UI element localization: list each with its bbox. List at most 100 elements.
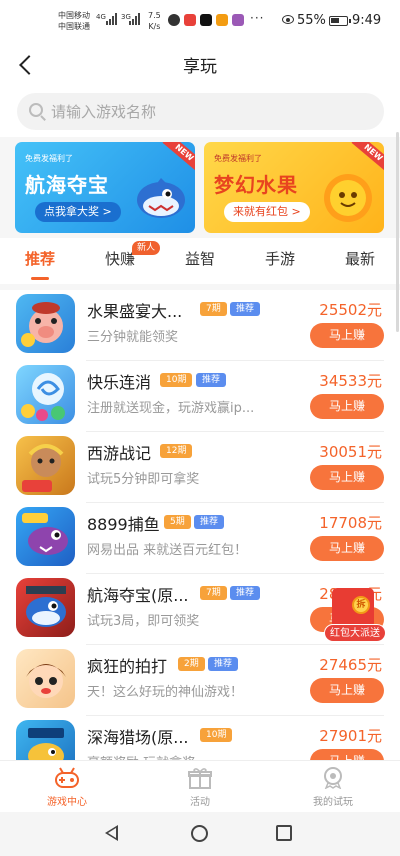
category-tabs: 推荐 快赚 益智 手游 最新 新人 (0, 238, 400, 284)
list-item[interactable]: 8899捕鱼 5期 推荐 网易出品 来就送百元红包！ 17708元 马上赚 (0, 503, 400, 574)
reward-amount: 27901元 (319, 727, 382, 745)
tiktok-icon (200, 14, 212, 26)
app-icon (216, 14, 228, 26)
period-tag: 10期 (200, 728, 233, 742)
banner-subtitle: 免费发福利了 (214, 154, 262, 163)
game-name: 深海猎场(原... (87, 728, 189, 747)
game-desc: 三分钟就能领奖 (87, 330, 179, 345)
banner-title: 梦幻水果 (214, 173, 298, 197)
nav-activity[interactable]: 活动 (145, 761, 255, 813)
banner-title: 航海夺宝 (25, 173, 109, 197)
earn-now-button[interactable]: 马上赚 (310, 749, 384, 760)
nav-label: 游戏中心 (47, 797, 87, 808)
shark-illustration (137, 178, 185, 218)
tab-recommend[interactable]: 推荐 (0, 238, 80, 284)
game-desc: 网易出品 来就送百元红包！ (87, 543, 248, 558)
network-type-1: 4G (96, 13, 106, 21)
game-name: 8899捕鱼 (87, 515, 160, 534)
game-name: 航海夺宝(原... (87, 586, 189, 605)
system-recent-apps-icon[interactable] (276, 825, 292, 841)
game-icon (16, 649, 75, 708)
game-list: 水果盛宴大... 7期 推荐 三分钟就能领奖 25502元 马上赚 快乐连消 1… (0, 290, 400, 760)
coin-icon: 拆 (352, 596, 370, 614)
period-tag: 2期 (178, 657, 205, 671)
game-desc: 注册就送现金，玩游戏赢ip... (87, 401, 255, 416)
reward-amount: 34533元 (319, 372, 382, 390)
gamepad-icon (55, 767, 79, 788)
tab-mobile-games[interactable]: 手游 (240, 238, 320, 284)
game-name: 西游战记 (87, 444, 152, 463)
list-item[interactable]: 西游战记 12期 试玩5分钟即可拿奖 30051元 马上赚 (0, 432, 400, 503)
eye-comfort-icon (282, 15, 294, 24)
list-item[interactable]: 水果盛宴大... 7期 推荐 三分钟就能领奖 25502元 马上赚 (0, 290, 400, 361)
game-icon (16, 507, 75, 566)
banner-button[interactable]: 来就有红包 > (224, 202, 310, 222)
sun-fruit-illustration (324, 174, 372, 222)
tab-puzzle[interactable]: 益智 (160, 238, 240, 284)
header: 享玩 (0, 44, 400, 86)
earn-now-button[interactable]: 马上赚 (310, 323, 384, 348)
search-icon (29, 103, 43, 117)
reward-amount: 25502元 (319, 301, 382, 319)
game-icon (16, 436, 75, 495)
banner-area: 免费发福利了 航海夺宝 点我拿大奖 > NEW 免费发福利了 梦幻水果 来就有红… (0, 137, 400, 238)
recommend-tag: 推荐 (230, 586, 261, 600)
recommend-tag: 推荐 (194, 515, 225, 529)
banner-menghuan[interactable]: 免费发福利了 梦幻水果 来就有红包 > NEW (204, 142, 384, 233)
status-bar: 中国移动 中国联通 4G 3G 7.5 K/s ··· 55% 9:49 (0, 0, 400, 44)
game-name: 快乐连消 (87, 373, 152, 392)
banner-button[interactable]: 点我拿大奖 > (35, 202, 121, 222)
game-name: 疯狂的拍打 (87, 657, 168, 676)
earn-now-button[interactable]: 马上赚 (310, 536, 384, 561)
recommend-tag: 推荐 (230, 302, 261, 316)
banner-subtitle: 免费发福利了 (25, 154, 73, 163)
nav-label: 活动 (190, 797, 210, 808)
app-icon (232, 14, 244, 26)
app-icon (184, 14, 196, 26)
reward-amount: 17708元 (319, 514, 382, 532)
list-item[interactable]: 深海猎场(原... 10期 豪额奖励 玩就拿奖 27901元 马上赚 (0, 716, 400, 760)
search-bar[interactable] (17, 93, 384, 130)
red-packet-float[interactable]: 拆 红包大派送 (322, 588, 388, 646)
system-back-icon[interactable] (105, 825, 118, 841)
period-tag: 7期 (200, 586, 227, 600)
recommend-tag: 推荐 (196, 373, 227, 387)
game-icon (16, 720, 75, 760)
earn-now-button[interactable]: 马上赚 (310, 394, 384, 419)
banner-hanghai[interactable]: 免费发福利了 航海夺宝 点我拿大奖 > NEW (15, 142, 195, 233)
game-desc: 豪额奖励 玩就拿奖 (87, 752, 277, 760)
tab-newest[interactable]: 最新 (320, 238, 400, 284)
new-badge: NEW (351, 142, 384, 173)
period-tag: 7期 (200, 302, 227, 316)
list-item[interactable]: 快乐连消 10期 推荐 注册就送现金，玩游戏赢ip... 34533元 马上赚 (0, 361, 400, 432)
scrollbar[interactable] (396, 132, 399, 332)
clock: 9:49 (352, 13, 382, 28)
earn-now-button[interactable]: 马上赚 (310, 465, 384, 490)
signal-icon (106, 13, 117, 25)
game-name: 水果盛宴大... (87, 302, 183, 321)
game-desc: 试玩5分钟即可拿奖 (87, 472, 200, 487)
carrier-2: 中国联通 (58, 22, 90, 31)
period-tag: 12期 (160, 444, 193, 458)
search-input[interactable] (51, 93, 371, 130)
game-icon (16, 365, 75, 424)
medal-icon (324, 767, 342, 789)
nav-my-trials[interactable]: 我的试玩 (278, 761, 388, 813)
game-icon (16, 294, 75, 353)
battery-percent: 55% (297, 13, 326, 28)
reward-amount: 27465元 (319, 656, 382, 674)
list-item[interactable]: 疯狂的拍打 2期 推荐 天！这么好玩的神仙游戏！ 27465元 马上赚 (0, 645, 400, 716)
gift-icon (188, 768, 212, 789)
new-user-badge: 新人 (132, 241, 161, 255)
game-desc: 试玩3局，即可领奖 (87, 614, 200, 629)
carrier-info: 中国移动 中国联通 (58, 10, 90, 32)
period-tag: 10期 (160, 373, 193, 387)
system-home-icon[interactable] (191, 825, 208, 842)
reward-amount: 30051元 (319, 443, 382, 461)
nav-game-center[interactable]: 游戏中心 (12, 761, 122, 813)
new-badge: NEW (162, 142, 195, 173)
game-desc: 天！这么好玩的神仙游戏！ (87, 685, 244, 700)
nav-label: 我的试玩 (313, 797, 353, 808)
red-packet-label: 红包大派送 (324, 624, 386, 642)
earn-now-button[interactable]: 马上赚 (310, 678, 384, 703)
